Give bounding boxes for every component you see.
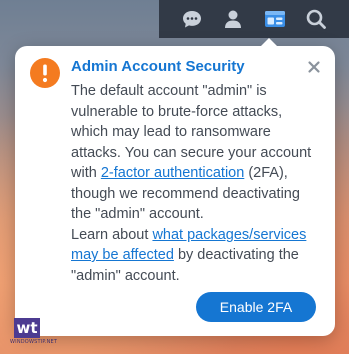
admin-security-popover: Admin Account Security The default accou…: [15, 38, 335, 336]
close-button[interactable]: [303, 56, 325, 78]
watermark-logo: wt: [14, 318, 40, 338]
chat-icon[interactable]: [177, 4, 207, 34]
popover-caret: [260, 38, 278, 47]
taskbar: [159, 0, 349, 38]
widgets-icon[interactable]: [260, 4, 290, 34]
close-icon: [308, 61, 320, 73]
popover-title: Admin Account Security: [71, 58, 245, 75]
body-text-2a: Learn about: [71, 226, 153, 243]
user-icon[interactable]: [218, 4, 248, 34]
search-icon[interactable]: [301, 4, 331, 34]
body-paragraph-1: The default account "admin" is vulnerabl…: [71, 81, 317, 225]
popover-body: The default account "admin" is vulnerabl…: [71, 81, 317, 286]
warning-icon: [30, 58, 60, 88]
2fa-link[interactable]: 2-factor authentication: [101, 165, 244, 181]
body-paragraph-2: Learn about what packages/services may b…: [71, 225, 317, 287]
enable-2fa-button[interactable]: Enable 2FA: [196, 292, 316, 322]
watermark-text: WINDOWSTIP.NET: [10, 339, 58, 345]
